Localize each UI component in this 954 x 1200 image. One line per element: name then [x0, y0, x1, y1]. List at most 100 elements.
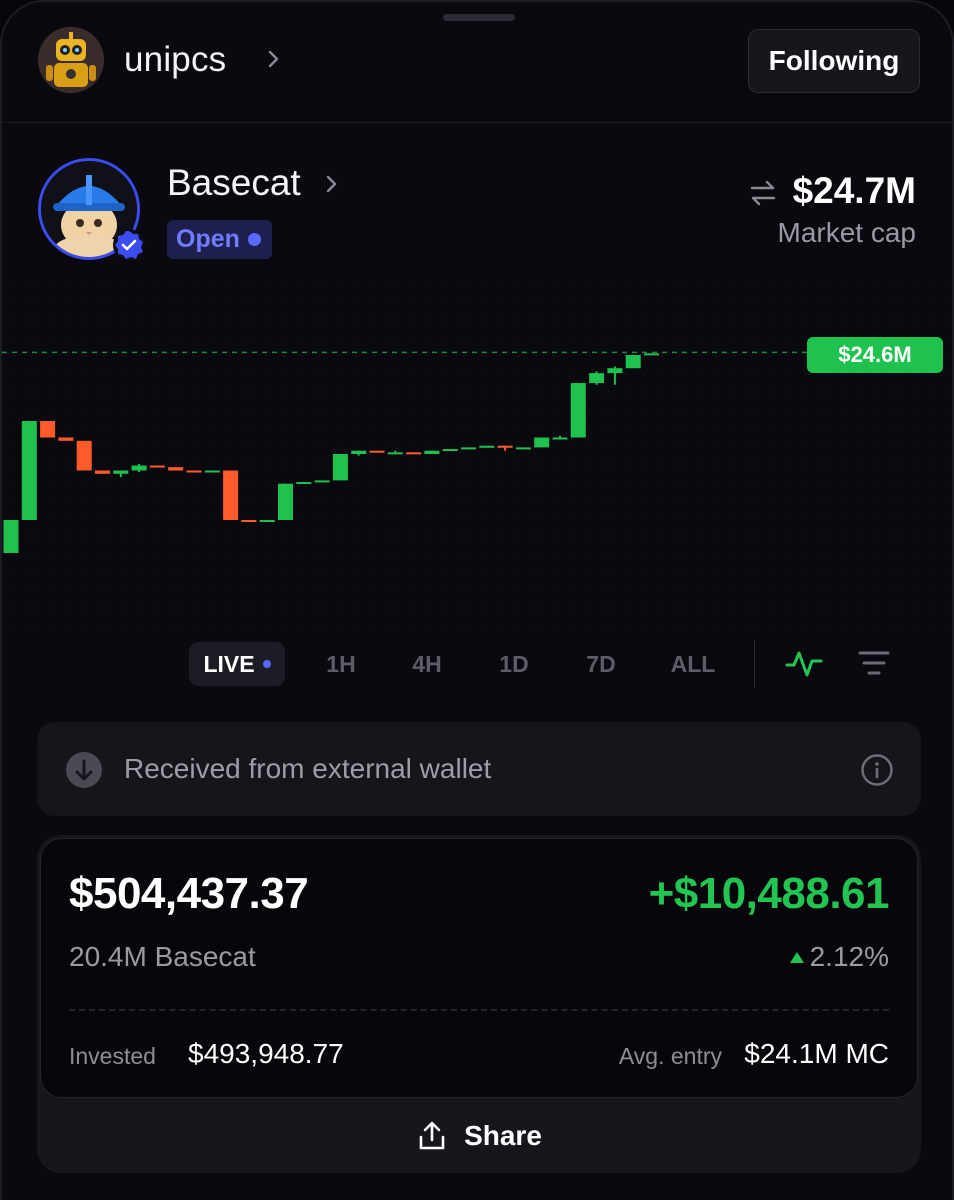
grid-dot	[175, 391, 177, 393]
grid-dot	[13, 409, 15, 411]
received-banner[interactable]: Received from external wallet	[37, 722, 921, 816]
line-chart-icon[interactable]	[785, 647, 823, 679]
candle[interactable]	[3, 520, 19, 553]
swap-arrows-icon[interactable]	[748, 178, 778, 208]
candle[interactable]	[223, 470, 239, 521]
candle[interactable]	[570, 383, 586, 438]
candle[interactable]	[424, 450, 440, 454]
candle[interactable]	[76, 440, 92, 471]
grid-dot	[463, 499, 465, 501]
token-name[interactable]: Basecat	[167, 162, 301, 204]
candle[interactable]	[644, 353, 659, 356]
candle[interactable]	[58, 437, 74, 441]
grid-dot	[355, 499, 357, 501]
grid-dot	[265, 481, 267, 483]
candle[interactable]	[204, 470, 220, 473]
timeframe-7d[interactable]: 7D	[572, 642, 630, 686]
candle[interactable]	[625, 355, 641, 369]
grid-dot	[715, 337, 717, 339]
chevron-right-icon[interactable]	[322, 174, 342, 194]
timeframe-all[interactable]: ALL	[660, 642, 726, 686]
candle[interactable]	[442, 449, 458, 452]
candle[interactable]	[589, 371, 605, 385]
grid-dot	[409, 409, 411, 411]
grid-dot	[895, 589, 897, 591]
grid-dot	[445, 445, 447, 447]
candle[interactable]	[461, 447, 476, 450]
grid-dot	[13, 319, 15, 321]
grid-dot	[841, 553, 843, 555]
grid-dot	[373, 535, 375, 537]
chevron-right-icon[interactable]	[264, 49, 284, 69]
grid-dot	[283, 445, 285, 447]
grid-dot	[859, 535, 861, 537]
candle[interactable]	[259, 520, 275, 522]
timeframe-1h[interactable]: 1H	[316, 642, 366, 686]
avg-entry-value: $24.1M MC	[744, 1038, 889, 1069]
candle[interactable]	[369, 450, 385, 453]
grid-dot	[913, 589, 915, 591]
grid-dot	[427, 445, 429, 447]
info-icon[interactable]	[860, 753, 894, 787]
grid-dot	[913, 409, 915, 411]
candle[interactable]	[113, 470, 129, 478]
candle[interactable]	[351, 450, 367, 456]
candle[interactable]	[515, 447, 531, 450]
candle[interactable]	[479, 445, 495, 448]
grid-dot	[877, 625, 879, 627]
grid-dot	[877, 463, 879, 465]
candle[interactable]	[149, 465, 165, 468]
grid-dot	[301, 373, 303, 375]
candle[interactable]	[278, 483, 293, 520]
candle[interactable]	[387, 450, 403, 455]
timeframe-4h[interactable]: 4H	[400, 642, 454, 686]
candle[interactable]	[534, 437, 550, 448]
candle[interactable]	[168, 467, 184, 471]
grid-dot	[13, 589, 15, 591]
username[interactable]: unipcs	[124, 40, 226, 80]
grid-dot	[895, 427, 897, 429]
candle[interactable]	[314, 480, 330, 483]
grid-dot	[553, 481, 555, 483]
timeframe-1d[interactable]: 1D	[487, 642, 541, 686]
grid-dot	[391, 463, 393, 465]
grid-dot	[931, 283, 933, 285]
candle[interactable]	[607, 366, 623, 385]
grid-dot	[679, 553, 681, 555]
grid-dot	[139, 283, 141, 285]
candle[interactable]	[95, 470, 110, 474]
grid-dot	[625, 319, 627, 321]
price-chart[interactable]	[2, 272, 954, 632]
candle[interactable]	[131, 463, 147, 473]
grid-dot	[859, 607, 861, 609]
candle[interactable]	[40, 421, 56, 438]
candle[interactable]	[406, 452, 422, 455]
candle[interactable]	[497, 445, 513, 451]
grid-dot	[481, 337, 483, 339]
grid-dot	[85, 607, 87, 609]
following-button[interactable]: Following	[748, 29, 920, 93]
candle[interactable]	[241, 520, 257, 522]
grid-dot	[877, 373, 879, 375]
robot-avatar-icon[interactable]	[38, 27, 104, 93]
grid-dot	[769, 535, 771, 537]
grid-dot	[337, 373, 339, 375]
grid-dot	[769, 553, 771, 555]
filter-lines-icon[interactable]	[858, 648, 890, 678]
grid-dot	[337, 535, 339, 537]
grid-dot	[121, 589, 123, 591]
grid-dot	[949, 535, 951, 537]
grid-dot	[49, 319, 51, 321]
grid-dot	[463, 517, 465, 519]
candle[interactable]	[296, 482, 312, 485]
share-button[interactable]: Share	[37, 1098, 921, 1173]
candle[interactable]	[186, 470, 202, 473]
timeframe-live[interactable]: LIVE	[189, 642, 285, 686]
grid-dot	[733, 589, 735, 591]
candle[interactable]	[552, 435, 568, 440]
candle[interactable]	[332, 454, 348, 481]
grid-dot	[877, 499, 879, 501]
grid-dot	[427, 409, 429, 411]
candle[interactable]	[21, 421, 37, 520]
candle-body-up	[314, 480, 330, 483]
